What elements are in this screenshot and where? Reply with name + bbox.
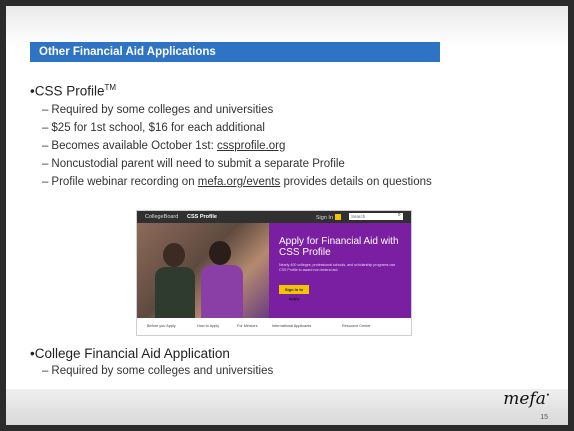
collegeboard-logo: CollegeBoard — [145, 214, 179, 220]
mefa-logo: mefa• — [503, 389, 550, 409]
bullet-college-aid-text: •College Financial Aid Application — [30, 346, 230, 361]
css-profile-brand: CSS Profile — [187, 214, 217, 220]
hero-title: Apply for Financial Aid with CSS Profile — [279, 236, 399, 258]
search-icon: ⌕ — [397, 212, 401, 218]
nav-item: For Mentors — [237, 324, 258, 328]
bullet-css-profile-text: •CSS Profile — [30, 83, 105, 99]
nav-item: How to Apply — [197, 324, 220, 328]
college-aid-sub-list: – Required by some colleges and universit… — [42, 362, 273, 380]
cssprofile-link[interactable]: cssprofile.org — [217, 140, 285, 152]
screenshot-search-input: Search ⌕ — [349, 212, 403, 220]
person-head — [209, 241, 231, 265]
page-number: 15 — [540, 414, 548, 421]
list-item: – $25 for 1st school, $16 for each additi… — [42, 122, 265, 134]
css-profile-website-screenshot: CollegeBoard CSS Profile Sign In Search … — [136, 210, 412, 336]
bullet-css-profile: •CSS ProfileTM — [30, 83, 116, 99]
person-head — [163, 243, 185, 267]
css-profile-sub-list: – Required by some colleges and universit… — [42, 101, 432, 191]
sign-in-badge-icon — [335, 214, 341, 220]
list-item: – Becomes available October 1st: cssprofi… — [42, 140, 286, 152]
list-item: – Noncustodial parent will need to submit… — [42, 158, 345, 170]
screenshot-nav: Before you Apply How to Apply For Mentor… — [137, 318, 411, 335]
hero-photo — [137, 223, 269, 318]
slide: Other Financial Aid Applications •CSS Pr… — [6, 6, 568, 425]
slide-title: Other Financial Aid Applications — [30, 42, 440, 62]
screenshot-hero: Apply for Financial Aid with CSS Profile… — [137, 223, 411, 318]
person-torso — [201, 265, 243, 318]
top-gradient — [6, 6, 568, 46]
list-item: – Required by some colleges and universit… — [42, 365, 274, 377]
sign-in-to-apply-button: Sign In to Apply — [279, 285, 309, 301]
nav-item: Before you Apply — [147, 324, 176, 328]
list-item: – Profile webinar recording on mefa.org/e… — [42, 176, 432, 188]
hero-description: Nearly 400 colleges, professional school… — [279, 263, 396, 272]
screenshot-header: CollegeBoard CSS Profile Sign In Search … — [137, 211, 411, 223]
sign-in-link: Sign In — [316, 214, 341, 221]
footer-bar — [6, 389, 568, 425]
person-torso — [155, 267, 195, 318]
bullet-college-aid: •College Financial Aid Application — [30, 346, 230, 361]
list-item: – Required by some colleges and universit… — [42, 104, 274, 116]
nav-item: International Applicants — [272, 324, 312, 328]
nav-item: Resource Center — [342, 324, 371, 328]
trademark-sup: TM — [104, 83, 117, 92]
mefa-events-link[interactable]: mefa.org/events — [198, 176, 280, 188]
